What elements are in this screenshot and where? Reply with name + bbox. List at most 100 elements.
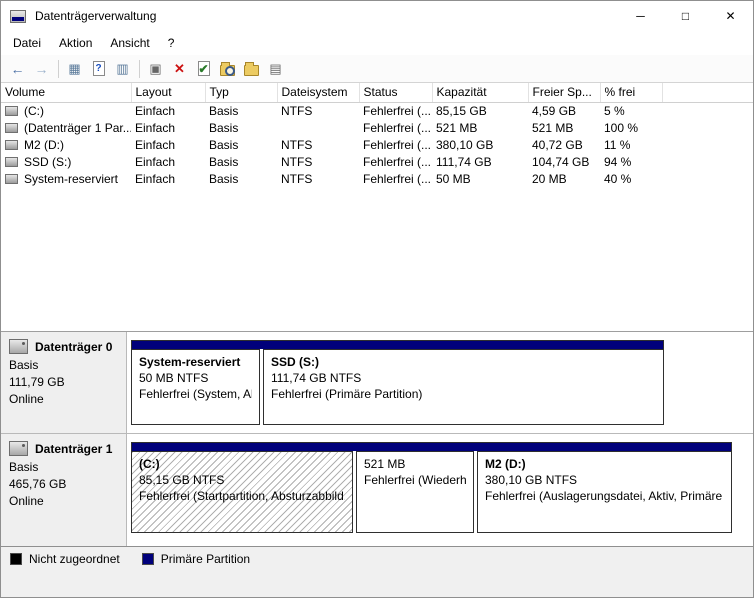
window-title: Datenträgerverwaltung — [35, 9, 157, 23]
partition-ssd-s[interactable]: SSD (S:) 111,74 GB NTFS Fehlerfrei (Prim… — [263, 349, 664, 425]
legend-item-unallocated: Nicht zugeordnet — [10, 552, 120, 566]
view-options-icon[interactable]: ▤ — [264, 57, 287, 80]
partition-title: System-reserviert — [139, 355, 241, 369]
partition-size: 111,74 GB NTFS — [271, 371, 362, 385]
disk-info-panel[interactable]: Datenträger 0 Basis 111,79 GB Online — [1, 332, 127, 433]
disk-status: Online — [9, 392, 44, 406]
primary-partition-swatch — [141, 552, 154, 565]
check-glyph: ✔ — [197, 61, 210, 76]
partition-title: SSD (S:) — [271, 355, 319, 369]
disk-status: Online — [9, 494, 44, 508]
partition-recovery[interactable]: 521 MB Fehlerfrei (Wiederher — [356, 451, 474, 533]
cell-freier-speicher: 521 MB — [532, 120, 574, 135]
menu-ansicht[interactable]: Ansicht — [101, 33, 158, 53]
context-menu-glyph: ▣ — [149, 60, 162, 76]
disk-size: 465,76 GB — [9, 477, 67, 491]
cell-prozent-frei: 100 % — [604, 120, 639, 135]
disk-row-1: Datenträger 1 Basis 465,76 GB Online (C:… — [1, 434, 753, 546]
partition-title: M2 (D:) — [485, 457, 526, 471]
primary-partition-color-band — [131, 442, 732, 451]
cell-typ: Basis — [209, 137, 239, 152]
partition-c[interactable]: (C:) 85,15 GB NTFS Fehlerfrei (Startpart… — [131, 451, 353, 533]
volume-icon — [5, 139, 18, 150]
table-row[interactable]: M2 (D:) Einfach Basis NTFS Fehlerfrei (.… — [1, 136, 753, 153]
column-header-dateisystem[interactable]: Dateisystem — [277, 83, 360, 103]
partition-status: Fehlerfrei (System, Akt — [139, 387, 252, 401]
cell-prozent-frei: 94 % — [604, 154, 632, 169]
legend-label: Primäre Partition — [160, 551, 251, 566]
cell-kapazitaet: 380,10 GB — [436, 137, 494, 152]
legend-label: Nicht zugeordnet — [29, 551, 120, 566]
explore-search-icon[interactable] — [216, 57, 239, 80]
cell-layout: Einfach — [135, 137, 176, 152]
back-icon[interactable]: ← — [6, 57, 29, 80]
cell-typ: Basis — [209, 120, 239, 135]
context-menu-icon[interactable]: ▣ — [144, 57, 167, 80]
table-row[interactable]: (Datenträger 1 Par... Einfach Basis Fehl… — [1, 119, 753, 136]
cell-status: Fehlerfrei (... — [363, 120, 432, 135]
action-pane-glyph: ▥ — [116, 60, 129, 76]
column-header-freier-speicher[interactable]: Freier Sp... — [528, 83, 601, 103]
menu-datei[interactable]: Datei — [4, 33, 50, 53]
volume-table: Volume Layout Typ Dateisystem Status Kap… — [1, 83, 753, 187]
open-folder-icon[interactable] — [240, 57, 263, 80]
menu-bar: Datei Aktion Ansicht ? — [1, 31, 753, 55]
status-strip — [1, 570, 753, 597]
disk-management-app-icon — [10, 9, 26, 23]
disk-name: Datenträger 1 — [35, 441, 113, 456]
minimize-button[interactable]: ─ — [618, 1, 663, 31]
folder-glyph — [244, 61, 259, 76]
menu-hilfe[interactable]: ? — [159, 33, 184, 53]
legend-item-primary-partition: Primäre Partition — [141, 551, 251, 566]
disk-row-0: Datenträger 0 Basis 111,79 GB Online Sys… — [1, 332, 753, 434]
volume-icon — [5, 156, 18, 167]
partition-status: Fehlerfrei (Primäre Partition) — [271, 387, 423, 401]
toolbar-separator — [58, 59, 59, 78]
volume-name: (Datenträger 1 Par... — [24, 120, 131, 135]
maximize-button[interactable]: □ — [663, 1, 708, 31]
partition-size: 521 MB — [364, 457, 406, 471]
cell-layout: Einfach — [135, 154, 176, 169]
table-row[interactable]: (C:) Einfach Basis NTFS Fehlerfrei (... … — [1, 102, 753, 119]
disk-name: Datenträger 0 — [35, 339, 113, 354]
column-header-layout[interactable]: Layout — [131, 83, 206, 103]
help-icon[interactable]: ? — [87, 57, 110, 80]
column-header-prozent-frei[interactable]: % frei — [600, 83, 663, 103]
volume-name: (C:) — [24, 103, 44, 118]
cell-dateisystem: NTFS — [281, 103, 313, 118]
cell-freier-speicher: 40,72 GB — [532, 137, 583, 152]
disk-info-panel[interactable]: Datenträger 1 Basis 465,76 GB Online — [1, 434, 127, 546]
disk-icon — [9, 441, 28, 456]
column-header-typ[interactable]: Typ — [205, 83, 278, 103]
cell-kapazitaet: 85,15 GB — [436, 103, 487, 118]
table-row[interactable]: System-reserviert Einfach Basis NTFS Feh… — [1, 170, 753, 187]
partition-m2-d[interactable]: M2 (D:) 380,10 GB NTFS Fehlerfrei (Ausla… — [477, 451, 732, 533]
cell-kapazitaet: 521 MB — [436, 120, 478, 135]
disk-icon — [9, 339, 28, 354]
column-header-kapazitaet[interactable]: Kapazität — [432, 83, 529, 103]
close-button[interactable]: ✕ — [708, 1, 753, 31]
partition-status: Fehlerfrei (Startpartition, Absturzabbil… — [139, 489, 345, 503]
cell-layout: Einfach — [135, 103, 176, 118]
partition-status: Fehlerfrei (Auslagerungsdatei, Aktiv, Pr… — [485, 489, 724, 503]
cell-freier-speicher: 4,59 GB — [532, 103, 577, 118]
show-action-pane-icon[interactable]: ▥ — [111, 57, 134, 80]
cell-typ: Basis — [209, 103, 239, 118]
disk-type: Basis — [9, 460, 39, 474]
volume-list-pane: Volume Layout Typ Dateisystem Status Kap… — [1, 83, 753, 331]
cell-status: Fehlerfrei (... — [363, 137, 432, 152]
show-console-tree-icon[interactable]: ▦ — [63, 57, 86, 80]
column-header-status[interactable]: Status — [359, 83, 433, 103]
back-arrow-glyph: ← — [10, 60, 25, 77]
disk-management-window: Datenträgerverwaltung ─ □ ✕ Datei Aktion… — [0, 0, 754, 598]
partition-title: (C:) — [139, 457, 160, 471]
forward-icon[interactable]: → — [30, 57, 53, 80]
delete-volume-icon[interactable]: ✕ — [168, 57, 191, 80]
table-row[interactable]: SSD (S:) Einfach Basis NTFS Fehlerfrei (… — [1, 153, 753, 170]
cell-dateisystem: NTFS — [281, 171, 313, 186]
partition-system-reserviert[interactable]: System-reserviert 50 MB NTFS Fehlerfrei … — [131, 349, 260, 425]
menu-aktion[interactable]: Aktion — [50, 33, 101, 53]
column-header-volume[interactable]: Volume — [1, 83, 132, 103]
check-volume-icon[interactable]: ✔ — [192, 57, 215, 80]
volume-icon — [5, 105, 18, 116]
